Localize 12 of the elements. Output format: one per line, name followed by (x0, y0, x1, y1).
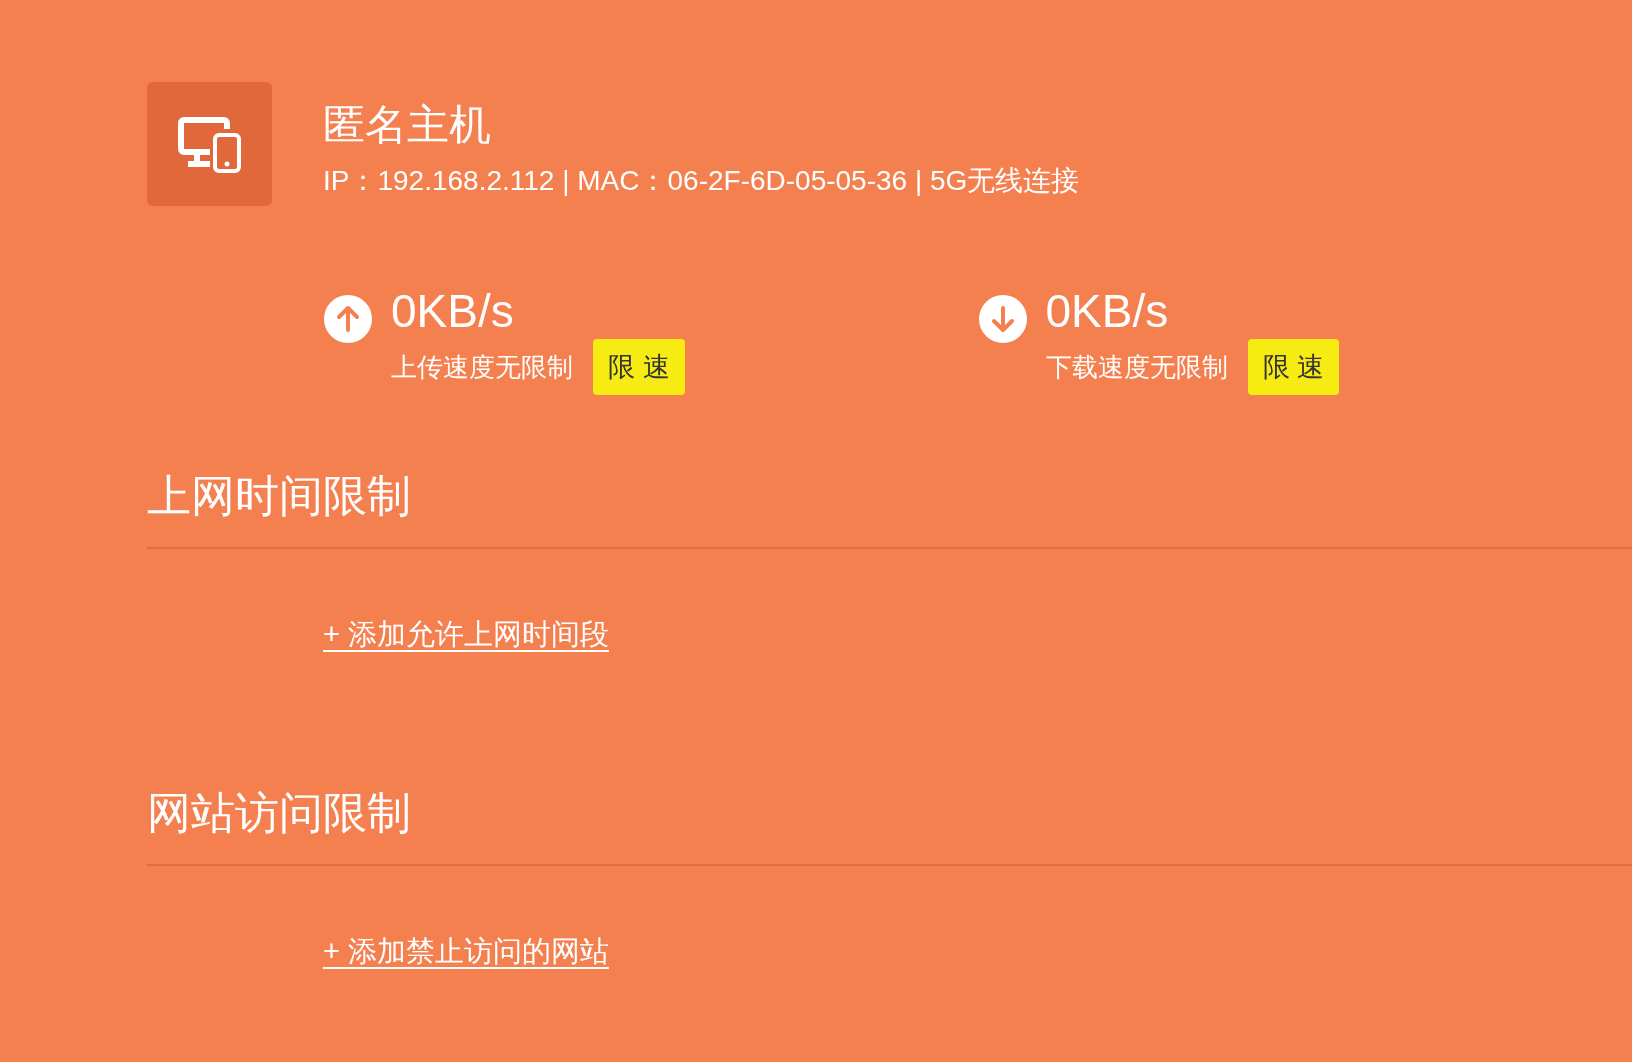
speed-status: 下载速度无限制 (1045, 350, 1228, 384)
device-info: IP：192.168.2.112 | MAC：06-2F-6D-05-05-36 | 5G无线连接 (323, 164, 1080, 198)
section-title: 上网时间限制 (147, 470, 412, 522)
limit-button[interactable]: 限 速 (1247, 339, 1339, 395)
speed-status: 上传速度无限制 (391, 350, 573, 384)
section-title: 网站访问限制 (147, 787, 412, 839)
speed-value: 0KB/s (391, 284, 515, 339)
upload-icon (323, 294, 373, 344)
device-name: 匿名主机 (323, 100, 492, 150)
limit-button[interactable]: 限 速 (593, 339, 685, 395)
download-icon (977, 294, 1028, 344)
speed-value: 0KB/s (1045, 284, 1170, 339)
